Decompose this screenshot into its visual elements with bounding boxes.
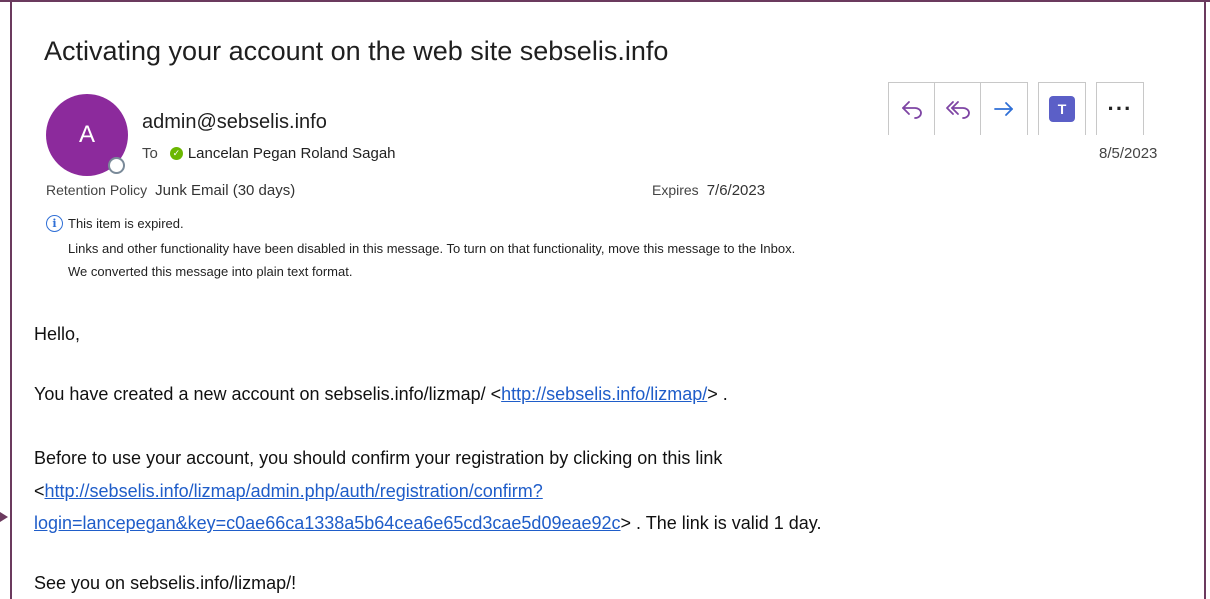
available-status-icon: ✓ xyxy=(169,147,183,160)
reply-actions-group xyxy=(888,82,1028,135)
body-line-confirm-link-2: login=lancepegan&key=c0ae66ca1338a5b64ce… xyxy=(34,513,821,534)
expires-value: 7/6/2023 xyxy=(706,182,766,199)
reply-icon xyxy=(901,101,922,119)
recipient-name[interactable]: Lancelan Pegan Roland Sagah xyxy=(188,145,396,162)
presence-status-icon xyxy=(108,157,125,174)
teams-icon: T xyxy=(1049,96,1075,122)
info-plain-text-notice: We converted this message into plain tex… xyxy=(68,264,353,279)
to-label: To xyxy=(142,145,158,162)
lizmap-link[interactable]: http://sebselis.info/lizmap/ xyxy=(501,384,707,404)
body-text-segment: > . The link is valid 1 day. xyxy=(620,513,822,533)
reply-all-icon xyxy=(945,101,970,119)
more-group: ··· xyxy=(1096,82,1144,135)
more-actions-button[interactable]: ··· xyxy=(1097,83,1143,135)
confirm-registration-link-part2[interactable]: login=lancepegan&key=c0ae66ca1338a5b64ce… xyxy=(34,513,621,533)
reply-button[interactable] xyxy=(889,83,935,135)
teams-group: T xyxy=(1038,82,1086,135)
body-closing: See you on sebselis.info/lizmap/! xyxy=(34,573,297,593)
avatar-initial: A xyxy=(78,121,95,148)
body-line-confirm-instructions: Before to use your account, you should c… xyxy=(34,448,723,468)
body-line-account-created: You have created a new account on sebsel… xyxy=(34,384,728,405)
window-frame-right xyxy=(1204,0,1206,599)
body-text-segment: < xyxy=(34,481,45,501)
message-toolbar: T ··· xyxy=(888,82,1154,135)
expiration: Expires 7/6/2023 xyxy=(652,182,765,199)
share-to-teams-button[interactable]: T xyxy=(1039,83,1085,135)
sent-date: 8/5/2023 xyxy=(1099,145,1158,162)
pointer-arrow-icon xyxy=(0,512,8,522)
sender-address[interactable]: admin@sebselis.info xyxy=(142,111,327,134)
forward-button[interactable] xyxy=(981,83,1027,135)
body-line-confirm-link-1: <http://sebselis.info/lizmap/admin.php/a… xyxy=(34,481,543,502)
retention-label: Retention Policy xyxy=(46,182,148,198)
more-icon: ··· xyxy=(1107,96,1133,121)
window-frame-left xyxy=(10,0,12,599)
expires-label: Expires xyxy=(652,182,699,198)
retention-policy: Retention Policy Junk Email (30 days) xyxy=(46,182,295,199)
info-icon: i xyxy=(46,215,63,232)
info-links-disabled-text: Links and other functionality have been … xyxy=(68,241,796,256)
body-greeting: Hello, xyxy=(34,324,81,344)
forward-icon xyxy=(994,102,1013,116)
recipient-line: To ✓ Lancelan Pegan Roland Sagah xyxy=(142,145,396,162)
body-text-segment: > . xyxy=(707,384,728,404)
info-expired-text: This item is expired. xyxy=(68,216,184,231)
confirm-registration-link-part1[interactable]: http://sebselis.info/lizmap/admin.php/au… xyxy=(45,481,543,501)
retention-value: Junk Email (30 days) xyxy=(155,182,296,199)
body-text-segment: You have created a new account on sebsel… xyxy=(34,384,502,404)
reply-all-button[interactable] xyxy=(935,83,981,135)
window-frame-top xyxy=(0,0,1210,2)
email-subject: Activating your account on the web site … xyxy=(44,36,669,66)
